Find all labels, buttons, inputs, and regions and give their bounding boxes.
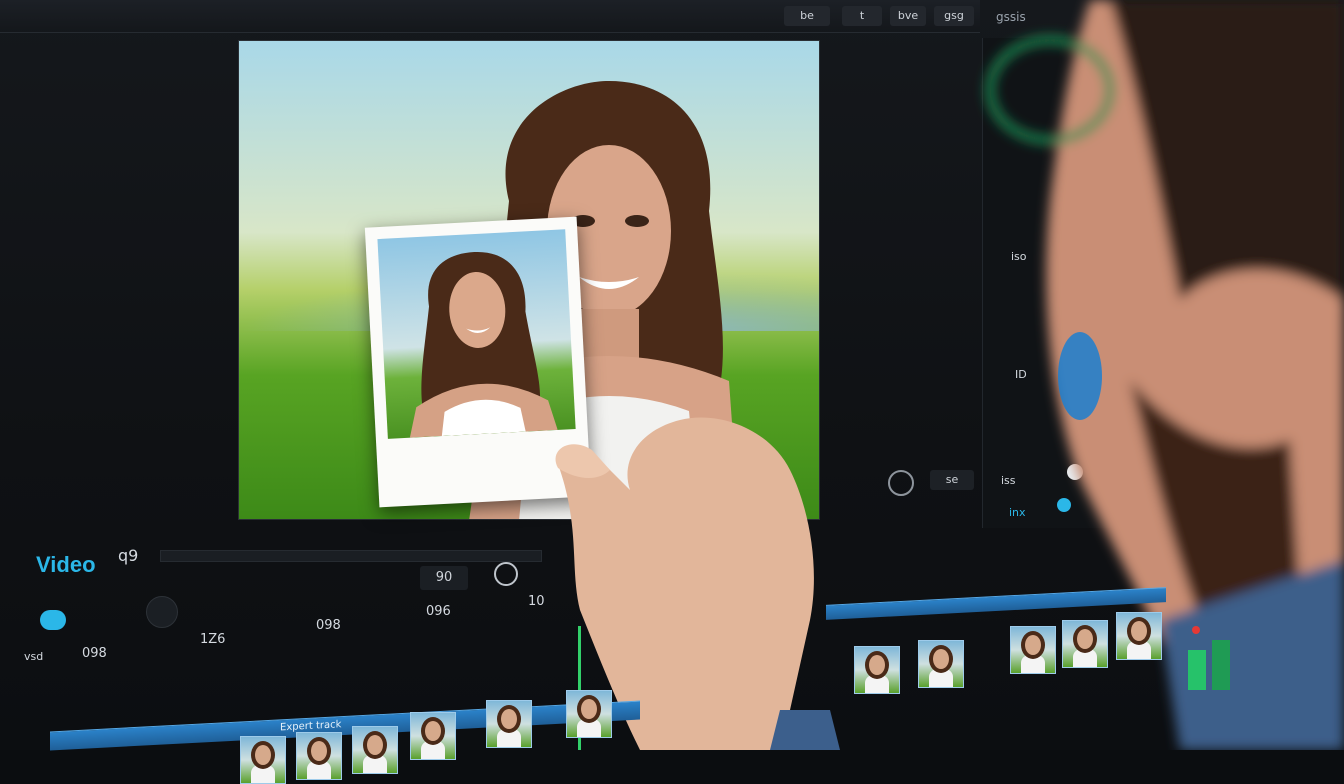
loop-icon[interactable] [888, 470, 914, 496]
clip-thumbnail[interactable] [1010, 626, 1056, 674]
clip-thumbnail[interactable] [854, 646, 900, 694]
redo-icon[interactable] [494, 562, 518, 586]
track-toggle-icon[interactable] [40, 610, 66, 630]
timecode-3: 096 [426, 604, 451, 619]
color-wheel-icon [1058, 332, 1102, 420]
clip-thumbnail[interactable] [352, 726, 398, 774]
track-value: 098 [82, 646, 107, 661]
clip-thumbnail[interactable] [486, 700, 532, 748]
scrub-bar[interactable] [160, 550, 542, 562]
transport-time-button[interactable]: 90 [420, 566, 468, 590]
toolbar-button-1[interactable]: be [784, 6, 830, 26]
clip-thumbnail[interactable] [240, 736, 286, 784]
section-code: q9 [118, 546, 139, 565]
toolbar-button-3[interactable]: bve [890, 6, 926, 26]
record-indicator-icon [1192, 626, 1200, 634]
clip-thumbnail[interactable] [1116, 612, 1162, 660]
polaroid-image [377, 229, 576, 439]
audio-meter-left [1188, 650, 1206, 690]
section-title: Video [36, 552, 96, 577]
timecode-4: 10 [528, 594, 545, 609]
timecode-1: 1Z6 [200, 632, 226, 647]
clip-thumbnail[interactable] [296, 732, 342, 780]
track-label: vsd [24, 650, 44, 663]
audio-meter-right [1212, 640, 1230, 690]
clip-thumbnail[interactable] [1062, 620, 1108, 668]
top-toolbar: be t bve gsg [0, 0, 980, 33]
clip-thumbnail[interactable] [410, 712, 456, 760]
clip-thumbnail[interactable] [566, 690, 612, 738]
timecode-2: 098 [316, 618, 341, 633]
monitor-screen: be t bve gsg gssis iso ID iss inx se Vid… [0, 0, 1344, 784]
toolbar-button-2[interactable]: t [842, 6, 882, 26]
effects-icon[interactable] [146, 596, 178, 628]
clip-thumbnail[interactable] [918, 640, 964, 688]
